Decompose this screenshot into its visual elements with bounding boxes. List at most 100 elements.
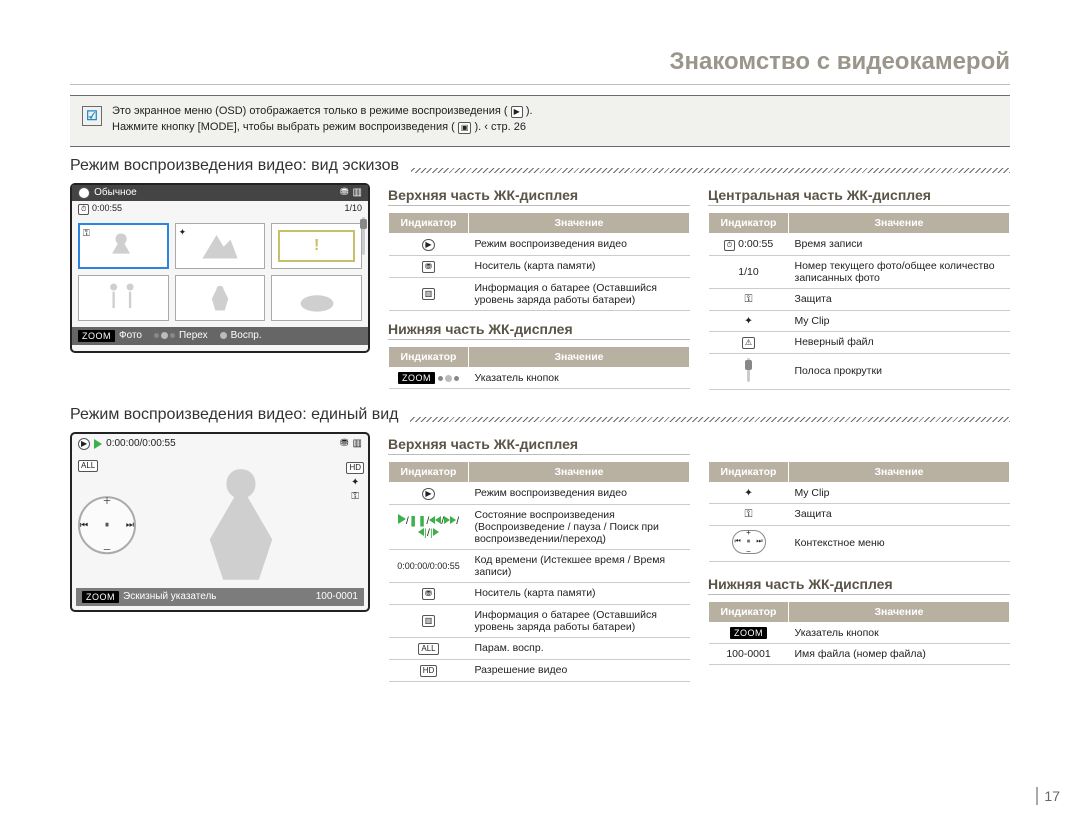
upper2r-r2: Защита: [789, 503, 1010, 525]
center1-r6: Полоса прокрутки: [789, 353, 1010, 389]
play-mode-icon: ▶: [78, 438, 90, 450]
battery-icon: ▥: [353, 438, 362, 449]
upper2l-r4: Носитель (карта памяти): [469, 582, 690, 604]
play-icon: [94, 439, 102, 449]
section2-header: Режим воспроизведения видео: единый вид: [70, 406, 1010, 424]
hd-icon: HD: [346, 462, 364, 474]
sd-card-icon: ⛃: [422, 588, 435, 600]
note-line2b: ).: [474, 121, 484, 133]
th-value: Значение: [469, 346, 690, 367]
lower2-r2-val: Имя файла (номер файла): [789, 643, 1010, 664]
lower1-title: Нижняя часть ЖК-дисплея: [388, 321, 690, 340]
th-indicator: Индикатор: [389, 346, 469, 367]
sd-card-icon: ⛃: [340, 187, 348, 198]
battery-icon: ▥: [422, 615, 436, 627]
battery-icon: ▥: [353, 187, 362, 198]
battery-icon: ▥: [422, 288, 436, 300]
all-icon: ALL: [78, 460, 98, 472]
zoom-label-icon: ZOOM: [730, 627, 767, 639]
upper2l-r6: Парам. воспр.: [469, 637, 690, 659]
th-value: Значение: [469, 212, 690, 233]
center1-r4: My Clip: [789, 310, 1010, 331]
warn-icon: ⚠: [742, 337, 755, 349]
hatch-rule-icon: [411, 168, 1010, 173]
page-header: Знакомство с видеокамерой: [0, 0, 1080, 80]
prev-icon: ⏮: [80, 519, 88, 530]
th-indicator: Индикатор: [709, 461, 789, 482]
screen1-subbar: ⏱ 0:00:55 1/10: [72, 201, 368, 217]
thumb-3-error: [271, 223, 362, 269]
page-number: 17: [1036, 787, 1060, 805]
note-check-icon: ☑: [82, 106, 102, 126]
hd-icon: HD: [420, 665, 438, 677]
th-indicator: Индикатор: [389, 461, 469, 482]
zoom-label-icon: ZOOM: [398, 372, 435, 384]
screen2-silhouette: [146, 458, 336, 592]
sd-card-icon: ⛃: [340, 438, 348, 449]
screen1-wrap: ▶ Обычное ⛃ ▥ ⏱ 0:00:55 1/10 ⚿: [70, 183, 370, 390]
hatch-rule-icon: [410, 417, 1010, 422]
upper2l-r1: Режим воспроизведения видео: [469, 482, 690, 504]
clock-icon: ⏱: [724, 240, 735, 251]
lower2-r1: Указатель кнопок: [789, 622, 1010, 643]
note-pageref: ‹ стр. 26: [484, 121, 526, 133]
page-number-bar-icon: [1036, 787, 1038, 805]
screen1-mode-label: Обычное: [94, 187, 137, 198]
plus-icon: ＋: [102, 494, 111, 507]
upper2l-r7: Разрешение видео: [469, 659, 690, 681]
minus-icon: －: [102, 543, 111, 556]
lock-icon: ⚿: [83, 228, 90, 239]
play-mode-icon: ▶: [422, 239, 434, 251]
header-rule: [70, 84, 1010, 85]
lower1-table: ИндикаторЗначение ZOOM Указатель кнопок: [388, 346, 690, 389]
upper1-r1: Режим воспроизведения видео: [469, 233, 690, 255]
star-tag-icon: ✦: [744, 315, 753, 327]
joystick-icon: [438, 375, 459, 382]
pause-icon: ❚❚: [409, 515, 427, 527]
screen1-time: 0:00:55: [92, 203, 122, 213]
upper2-title: Верхняя часть ЖК-дисплея: [388, 436, 690, 455]
lock-icon: ⚿: [745, 293, 753, 305]
screen2-file: 100-0001: [316, 591, 358, 602]
screen2-wrap: ▶ 0:00:00/0:00:55 ⛃ ▥ ALL HD ✦ ⚿: [70, 432, 370, 682]
screen1-counter: 1/10: [344, 203, 362, 215]
upper2-left-table: ИндикаторЗначение ▶ Режим воспроизведени…: [388, 461, 690, 682]
thumb-1: ⚿: [78, 223, 169, 269]
center1-r2-ind: 1/10: [709, 255, 789, 288]
screen1-bottombar: ZOOM Фото Перех Воспр.: [72, 327, 368, 345]
page-number-value: 17: [1044, 788, 1060, 804]
screen1-foot-photo: Фото: [119, 330, 142, 341]
center1-r5: Неверный файл: [789, 331, 1010, 353]
upper2l-r3-ind: 0:00:00/0:00:55: [389, 549, 469, 582]
note-line2a: Нажмите кнопку [MODE], чтобы выбрать реж…: [112, 121, 455, 133]
th-indicator: Индикатор: [709, 212, 789, 233]
playback-mode-icon: ▶: [511, 106, 523, 118]
upper2l-r3-val: Код времени (Истекшее время / Время запи…: [469, 549, 690, 582]
note-line1b: ).: [526, 105, 533, 117]
center1-r2-val: Номер текущего фото/общее количество зап…: [789, 255, 1010, 288]
control-pad: ＋ － ⏮ ⏭ ⏸: [78, 496, 136, 554]
screen2: ▶ 0:00:00/0:00:55 ⛃ ▥ ALL HD ✦ ⚿: [70, 432, 370, 612]
screen1-scrollbar: [362, 217, 365, 258]
next-icon: [433, 528, 439, 536]
scrollbar-icon: [747, 358, 750, 382]
joystick-play-icon: [220, 332, 227, 339]
note-text: Это экранное меню (OSD) отображается тол…: [112, 104, 998, 136]
play-mode-icon: ▶: [78, 187, 90, 199]
thumb-2: ✦: [175, 223, 266, 269]
lock-icon: ⚿: [745, 508, 753, 520]
lower1-r1: Указатель кнопок: [469, 367, 690, 388]
th-value: Значение: [469, 461, 690, 482]
th-indicator: Индикатор: [389, 212, 469, 233]
upper1-r3: Информация о батарее (Оставшийся уровень…: [469, 277, 690, 310]
ff-icon: [450, 516, 456, 524]
upper2l-r5: Информация о батарее (Оставшийся уровень…: [469, 604, 690, 637]
all-icon: ALL: [418, 643, 438, 655]
upper2r-r1: My Clip: [789, 482, 1010, 503]
lower2-r2-ind: 100-0001: [709, 643, 789, 664]
center1-r1-ind: 0:00:55: [738, 238, 773, 250]
lower2-table: ИндикаторЗначение ZOOM Указатель кнопок …: [708, 601, 1010, 665]
zoom-label-icon: ZOOM: [82, 591, 119, 603]
screen2-time: 0:00:00/0:00:55: [106, 438, 176, 449]
th-indicator: Индикатор: [709, 601, 789, 622]
